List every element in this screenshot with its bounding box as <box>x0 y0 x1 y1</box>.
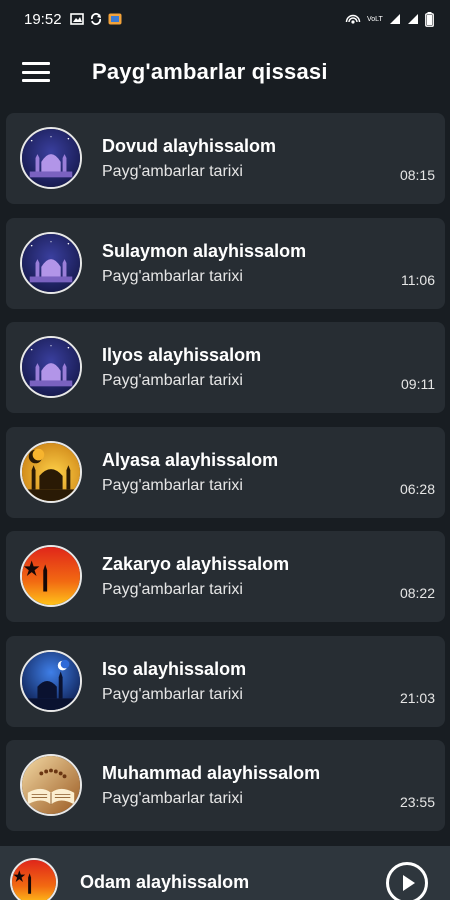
status-time: 19:52 <box>24 10 62 28</box>
list-item[interactable]: Dovud alayhissalom Payg'ambarlar tarixi 08… <box>6 113 445 204</box>
story-subtitle: Payg'ambarlar tarixi <box>102 790 243 807</box>
story-duration: 08:15 <box>399 167 435 183</box>
story-title: Muhammad alayhissalom <box>102 763 321 783</box>
play-icon <box>403 875 415 891</box>
story-cover-image <box>20 336 82 398</box>
hotspot-icon <box>345 14 361 24</box>
player-track-title: Odam alayhissalom <box>80 872 250 892</box>
list-item[interactable]: Alyasa alayhissalom Payg'ambarlar tarixi 0… <box>6 426 445 518</box>
story-cover-image <box>20 649 82 712</box>
story-subtitle: Payg'ambarlar tarixi <box>102 685 243 703</box>
story-list: Dovud alayhissalom Payg'ambarlar tarixi 08… <box>6 113 445 845</box>
story-title: Ilyos alayhissalom <box>102 345 262 365</box>
sync-notification-icon <box>90 13 101 25</box>
list-item[interactable]: Muhammad alayhissalom Payg'ambarlar tarix… <box>6 740 445 831</box>
story-duration: 06:28 <box>399 480 435 497</box>
story-subtitle: Payg'ambarlar tarixi <box>102 163 243 180</box>
image-notification-icon <box>69 13 84 25</box>
story-title: Alyasa alayhissalom <box>102 449 279 470</box>
story-cover-image <box>20 754 82 816</box>
signal-2-icon <box>408 14 418 24</box>
story-duration: 21:03 <box>399 689 435 706</box>
play-button[interactable] <box>386 862 428 900</box>
list-item[interactable]: Iso alayhissalom Payg'ambarlar tarixi 21:0… <box>6 635 445 727</box>
story-subtitle: Payg'ambarlar tarixi <box>102 267 243 285</box>
story-duration: 09:11 <box>401 376 435 392</box>
story-subtitle: Payg'ambarlar tarixi <box>102 372 243 389</box>
volte-label: VoLTE <box>367 15 383 23</box>
story-subtitle: Payg'ambarlar tarixi <box>102 581 243 598</box>
app-notification-icon <box>108 13 122 25</box>
page-title: Payg'ambarlar qissasi <box>92 59 328 84</box>
story-cover-image <box>20 440 82 503</box>
story-title: Iso alayhissalom <box>102 658 247 679</box>
menu-icon[interactable] <box>22 62 50 82</box>
story-duration: 08:22 <box>399 585 435 601</box>
story-duration: 23:55 <box>399 794 435 810</box>
list-item[interactable]: Sulaymon alayhissalom Payg'ambarlar tarix… <box>6 217 445 309</box>
story-duration: 11:06 <box>401 271 435 288</box>
story-title: Zakaryo alayhissalom <box>102 554 290 574</box>
battery-icon <box>425 11 434 27</box>
system-icons: VoLTE <box>345 11 434 27</box>
list-item[interactable]: Ilyos alayhissalom Payg'ambarlar tarixi 09… <box>6 322 445 413</box>
signal-1-icon <box>390 14 400 24</box>
status-bar: 19:52 VoLTE <box>0 0 450 38</box>
player-cover-image <box>10 858 58 900</box>
mini-player[interactable]: Odam alayhissalom <box>0 846 450 900</box>
story-title: Dovud alayhissalom <box>102 136 277 156</box>
story-cover-image <box>20 545 82 607</box>
story-cover-image <box>20 231 82 294</box>
list-item[interactable]: Zakaryo alayhissalom Payg'ambarlar tarixi… <box>6 531 445 622</box>
notification-icons <box>69 13 122 25</box>
app-bar: Payg'ambarlar qissasi <box>0 38 450 106</box>
story-subtitle: Payg'ambarlar tarixi <box>102 476 243 494</box>
story-title: Sulaymon alayhissalom <box>102 240 307 261</box>
story-cover-image <box>20 127 82 189</box>
